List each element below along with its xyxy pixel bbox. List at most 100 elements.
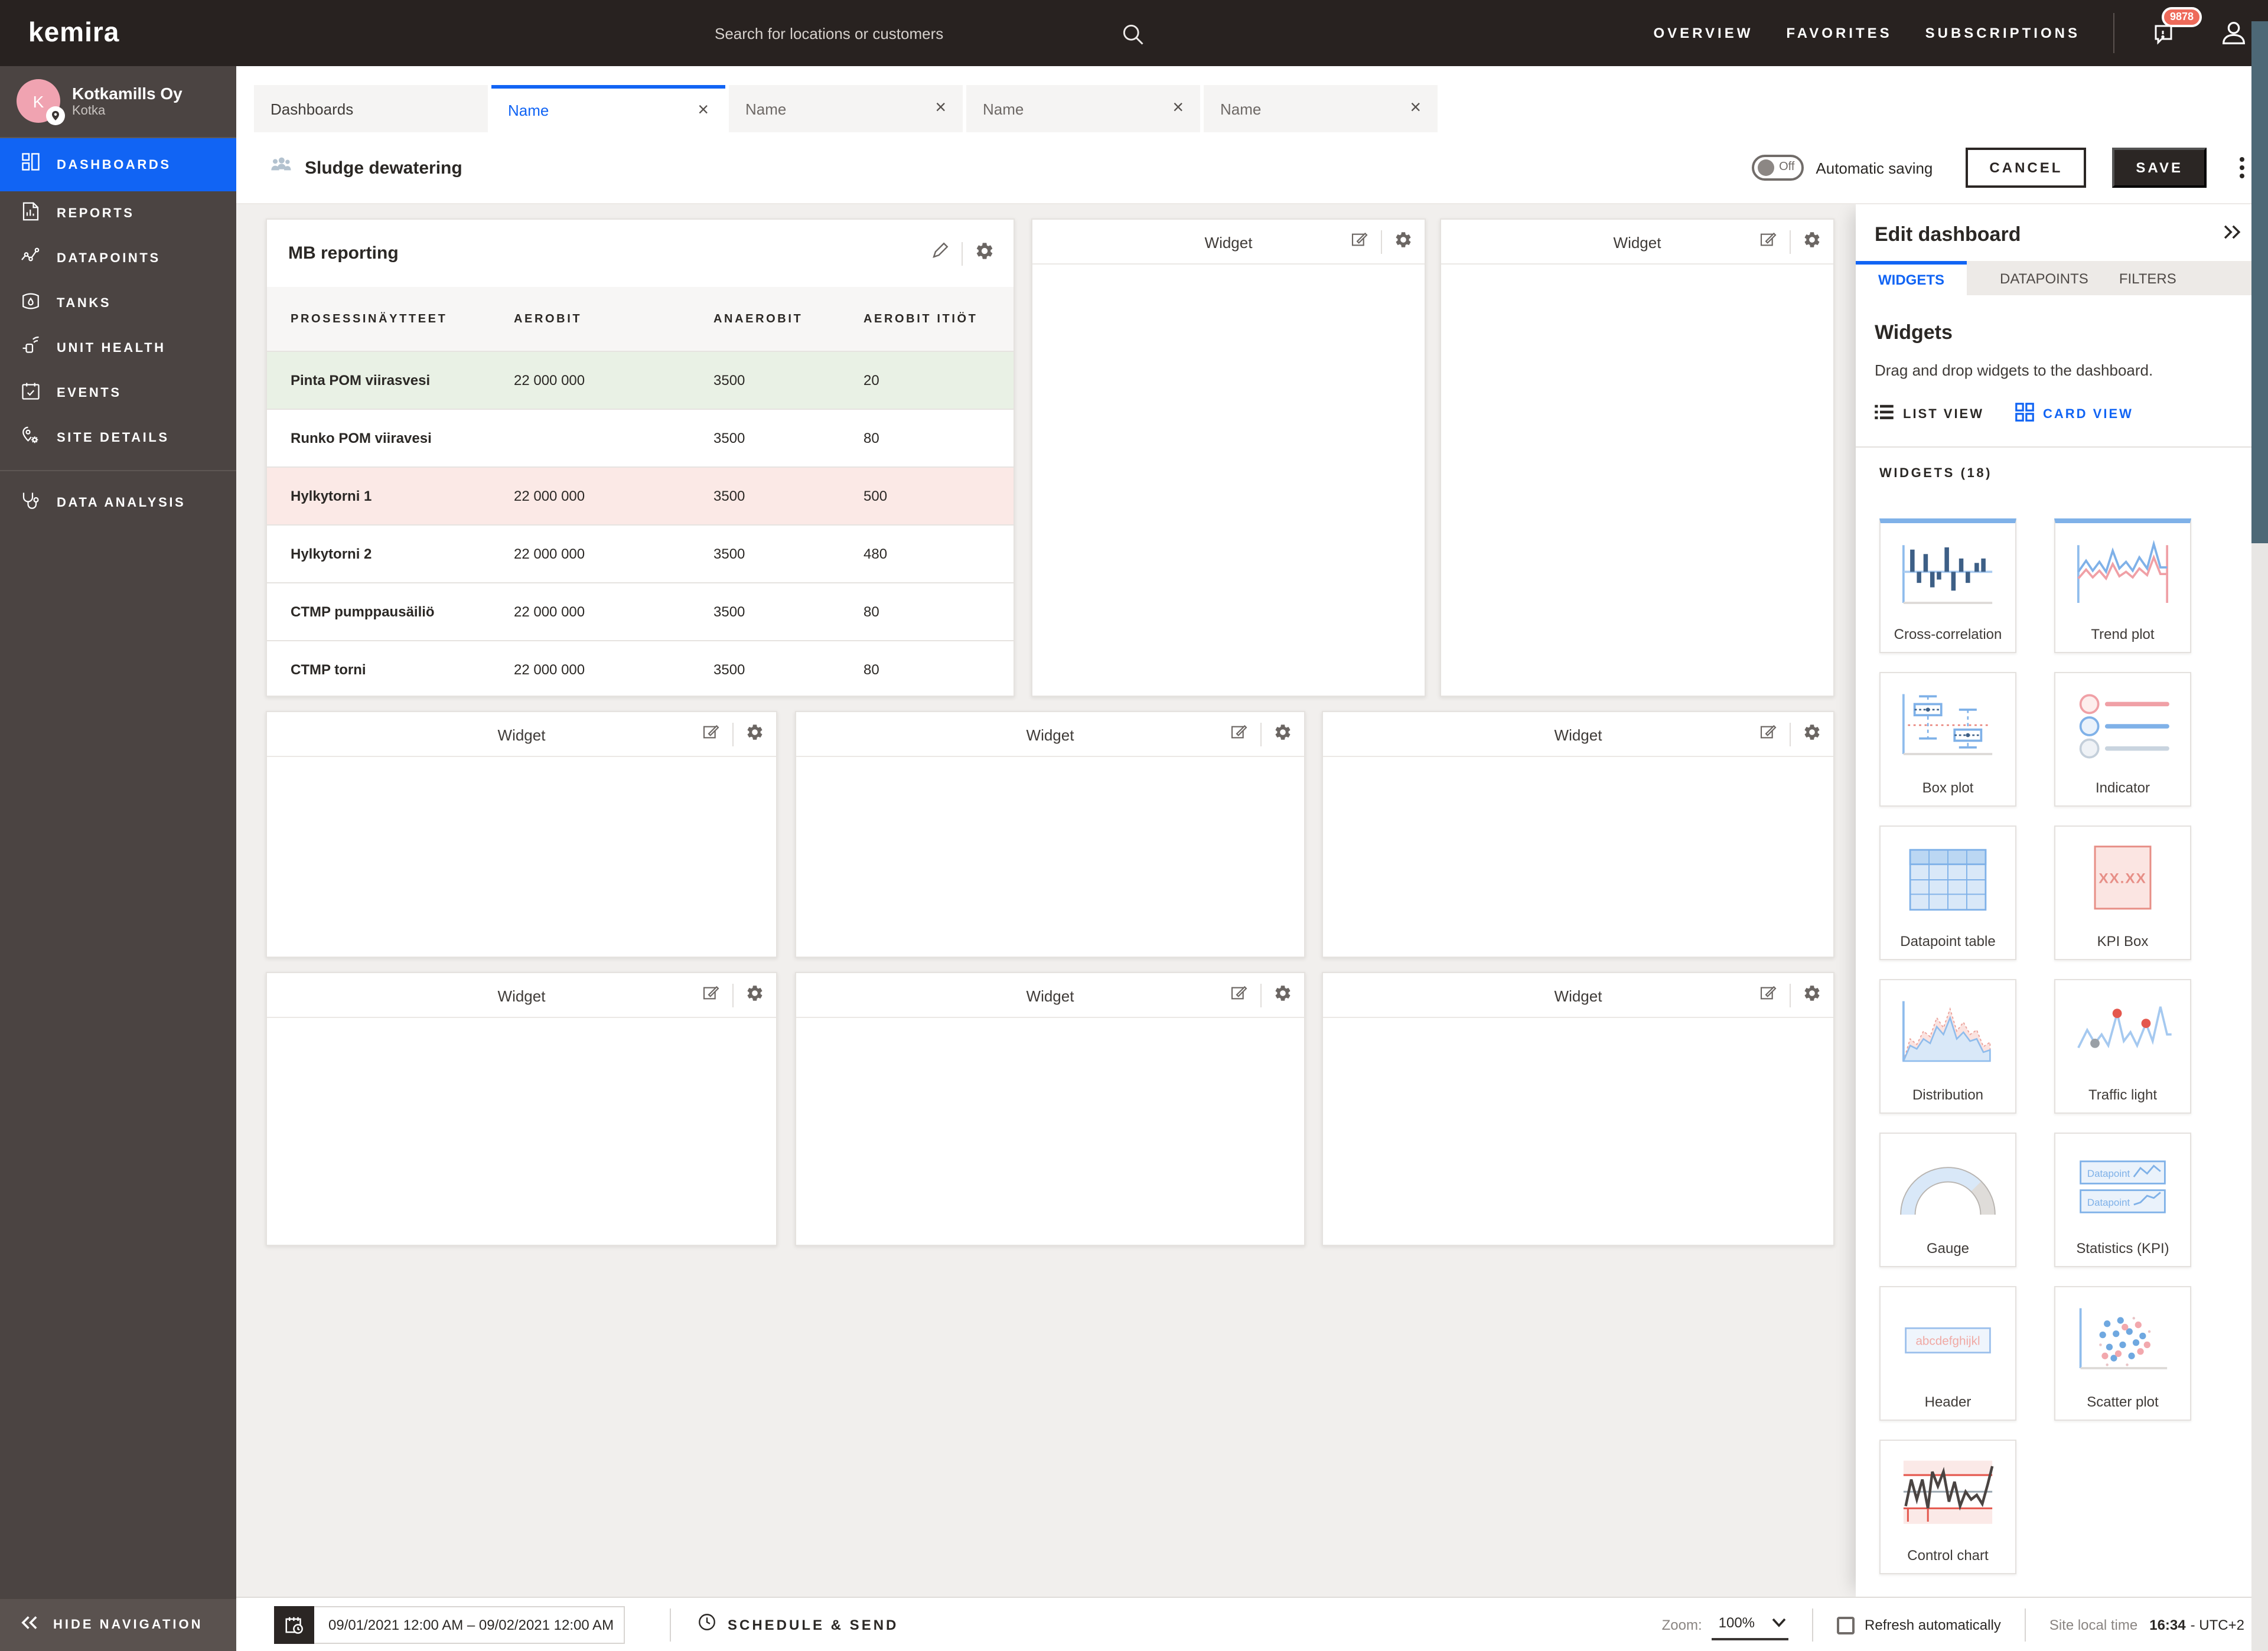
hide-navigation-button[interactable]: HIDE NAVIGATION [0, 1599, 236, 1651]
site-profile[interactable]: K Kotkamills Oy Kotka [0, 66, 236, 137]
widget-settings-icon[interactable] [1273, 722, 1292, 747]
search-input[interactable] [715, 24, 1104, 42]
shared-group-icon [269, 155, 293, 180]
widget-settings-icon[interactable] [1803, 983, 1821, 1008]
widget-card-scatter-plot[interactable]: Scatter plot [2054, 1286, 2191, 1421]
tab-dashboards-0[interactable]: Dashboards [254, 85, 488, 132]
search-icon[interactable] [1120, 21, 1146, 53]
widget-title: MB reporting [288, 243, 399, 263]
sidebar-item-dashboards[interactable]: DASHBOARDS [0, 138, 236, 191]
widget-card-header[interactable]: abcdefghijklHeader [1879, 1286, 2016, 1421]
schedule-and-send-button[interactable]: SCHEDULE & SEND [697, 1612, 898, 1638]
edit-widget-icon[interactable] [1230, 722, 1249, 747]
widget-card-distribution[interactable]: Distribution [1879, 979, 2016, 1114]
widget-settings-icon[interactable] [1803, 722, 1821, 747]
placeholder-widget: Widget [1031, 218, 1426, 697]
edit-widget-icon[interactable] [1759, 722, 1778, 747]
table-row: CTMP pumppausäiliö22 000 000350080 [267, 582, 1014, 640]
save-button[interactable]: SAVE [2112, 148, 2207, 188]
widget-card-kpi-box[interactable]: XX.XXKPI Box [2054, 826, 2191, 960]
widget-card-gauge[interactable]: Gauge [1879, 1133, 2016, 1267]
nav-overview[interactable]: OVERVIEW [1653, 25, 1753, 41]
edit-widget-icon[interactable] [1230, 983, 1249, 1008]
sidebar-item-unit-health[interactable]: UNIT HEALTH [0, 326, 236, 371]
widget-settings-icon[interactable] [745, 983, 764, 1008]
tab-filters[interactable]: FILTERS [2119, 270, 2176, 286]
tab-widgets[interactable]: WIDGETS [1856, 261, 1967, 295]
toggle-knob [1758, 159, 1774, 176]
sidebar-item-data-analysis[interactable]: DATA ANALYSIS [0, 481, 236, 526]
close-tab-icon[interactable]: × [1410, 99, 1421, 118]
reports-icon [20, 200, 41, 227]
widget-card-cross-correlation[interactable]: Cross-correlation [1879, 518, 2016, 653]
distribution-icon [1881, 980, 2015, 1086]
close-tab-icon[interactable]: × [935, 99, 946, 118]
tab-name-3[interactable]: Name× [966, 85, 1200, 132]
close-tab-icon[interactable]: × [698, 101, 709, 120]
widget-card-control-chart[interactable]: Control chart [1879, 1440, 2016, 1574]
tab-name-2[interactable]: Name× [729, 85, 963, 132]
statistics-kpi-icon: DatapointDatapoint [2055, 1134, 2190, 1240]
widget-card-trend-plot[interactable]: Trend plot [2054, 518, 2191, 653]
more-options-button[interactable] [2235, 152, 2249, 183]
automatic-saving-toggle[interactable]: Off [1752, 155, 1804, 181]
sidebar-item-site-details[interactable]: SITE DETAILS [0, 416, 236, 461]
company-name: Kotkamills Oy [72, 84, 183, 104]
tab-datapoints[interactable]: DATAPOINTS [2000, 270, 2088, 286]
widget-card-statistics-kpi-[interactable]: DatapointDatapointStatistics (KPI) [2054, 1133, 2191, 1267]
kpi-box-icon: XX.XX [2055, 827, 2190, 933]
zoom-select[interactable]: 100% [1712, 1610, 1788, 1640]
widget-settings-icon[interactable] [1273, 983, 1292, 1008]
edit-widget-icon[interactable] [1759, 983, 1778, 1008]
user-profile-icon[interactable] [2216, 15, 2251, 51]
site-name: Kotka [72, 104, 183, 118]
card-view-button[interactable]: CARD VIEW [2015, 403, 2133, 425]
svg-text:Datapoint: Datapoint [2087, 1197, 2130, 1208]
notifications-button[interactable]: 9878 [2148, 15, 2183, 51]
sidebar-item-datapoints[interactable]: DATAPOINTS [0, 236, 236, 281]
widget-card-indicator[interactable]: Indicator [2054, 672, 2191, 807]
list-view-button[interactable]: LIST VIEW [1875, 404, 1984, 424]
cancel-button[interactable]: CANCEL [1966, 148, 2086, 188]
edit-widget-icon[interactable] [1350, 230, 1369, 254]
notification-badge: 9878 [2162, 7, 2202, 27]
panel-divider [1856, 446, 2268, 448]
refresh-automatically-checkbox[interactable] [1836, 1616, 1854, 1634]
datapoint-table-icon [1881, 827, 2015, 933]
edit-widget-icon[interactable] [1759, 230, 1778, 254]
edit-dashboard-panel: Edit dashboard WIDGETS DATAPOINTS FILTER… [1856, 204, 2268, 1597]
tab-name-4[interactable]: Name× [1204, 85, 1438, 132]
widget-settings-icon[interactable] [975, 240, 995, 266]
page-scrollbar [2251, 0, 2268, 1651]
bottom-bar: 09/01/2021 12:00 AM – 09/02/2021 12:00 A… [236, 1597, 2268, 1651]
mb-reporting-widget: MB reporting PROSESSINÄYTTEETAEROBIT ANA… [266, 218, 1015, 697]
nav-subscriptions[interactable]: SUBSCRIPTIONS [1925, 25, 2080, 41]
close-tab-icon[interactable]: × [1172, 99, 1184, 118]
collapse-panel-icon[interactable] [2222, 223, 2242, 247]
site-details-icon [20, 425, 41, 452]
edit-widget-icon[interactable] [702, 722, 721, 747]
sidebar-item-reports[interactable]: REPORTS [0, 191, 236, 236]
widgets-heading: Widgets [1875, 321, 2268, 345]
widget-settings-icon[interactable] [1394, 230, 1413, 254]
tab-name-1[interactable]: Name× [491, 85, 725, 132]
widget-card-box-plot[interactable]: Box plot [1879, 672, 2016, 807]
nav-favorites[interactable]: FAVORITES [1786, 25, 1892, 41]
sidebar-item-tanks[interactable]: TANKS [0, 281, 236, 326]
scrollbar-thumb[interactable] [2251, 21, 2268, 543]
calendar-button[interactable] [274, 1606, 314, 1644]
header-icon: abcdefghijkl [1881, 1287, 2015, 1394]
dashboard-header: Sludge dewatering Off Automatic saving C… [236, 132, 2268, 204]
widget-card-datapoint-table[interactable]: Datapoint table [1879, 826, 2016, 960]
edit-widget-icon[interactable] [930, 240, 950, 266]
widget-card-traffic-light[interactable]: Traffic light [2054, 979, 2191, 1114]
sidebar: K Kotkamills Oy Kotka DASHBOARDSREPORTSD… [0, 66, 236, 1651]
widget-library-grid: Cross-correlation Trend plot Box plot Indic… [1879, 518, 2191, 1574]
control-chart-icon [1881, 1441, 2015, 1547]
dashboard-canvas: MB reporting PROSESSINÄYTTEETAEROBIT ANA… [236, 204, 1856, 1597]
date-range-input[interactable]: 09/01/2021 12:00 AM – 09/02/2021 12:00 A… [314, 1606, 625, 1644]
widget-settings-icon[interactable] [1803, 230, 1821, 254]
edit-widget-icon[interactable] [702, 983, 721, 1008]
widget-settings-icon[interactable] [745, 722, 764, 747]
sidebar-item-events[interactable]: EVENTS [0, 371, 236, 416]
